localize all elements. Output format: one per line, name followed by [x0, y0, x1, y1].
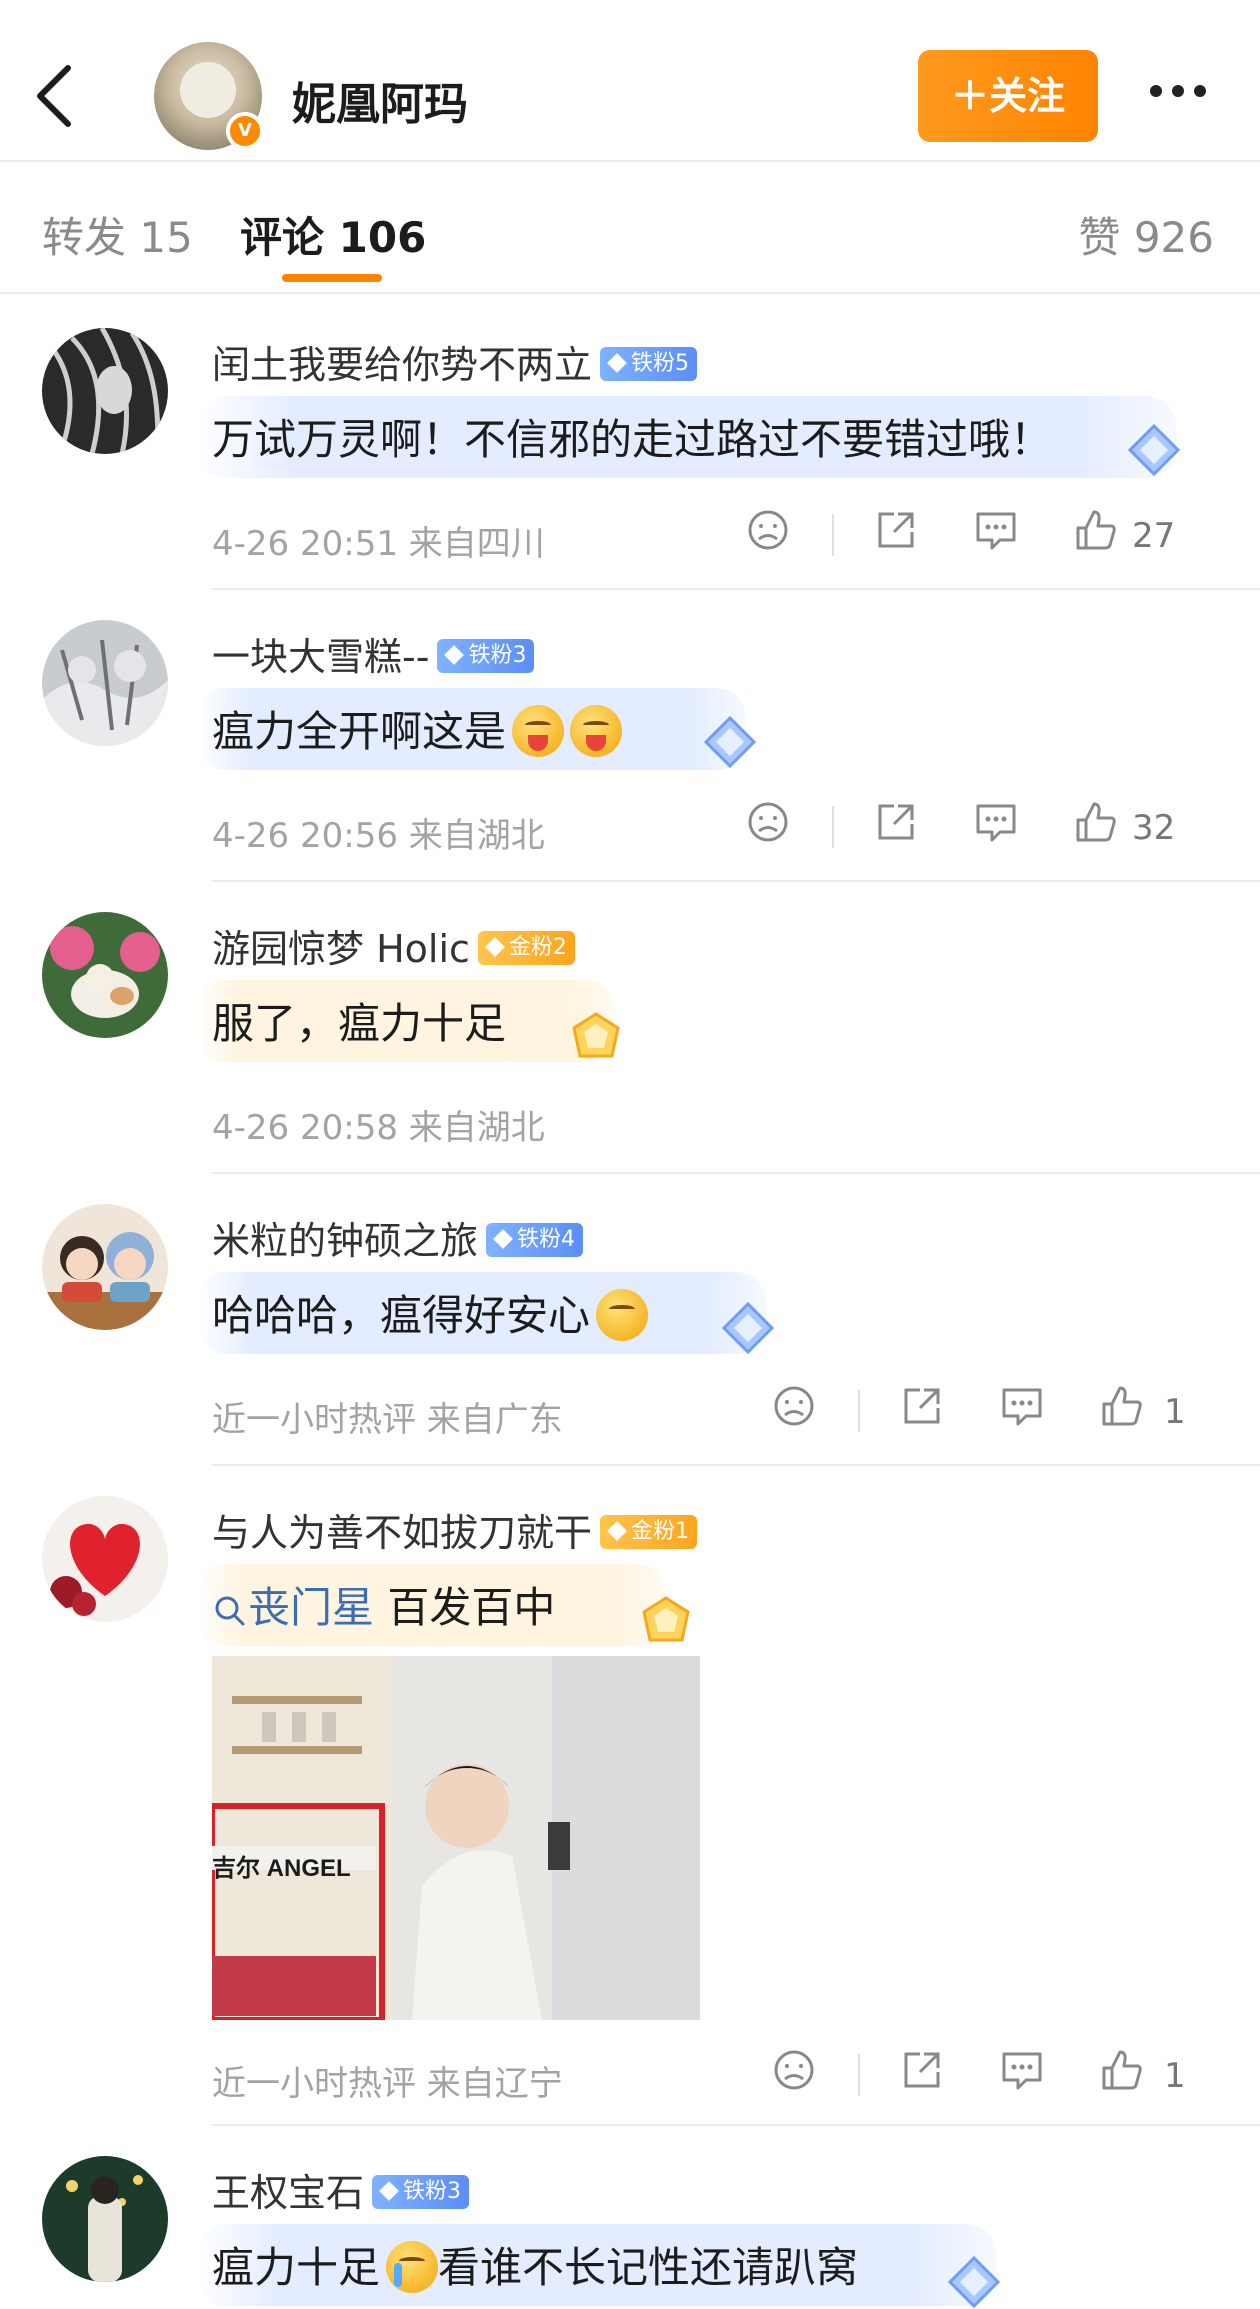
action-divider: [858, 1390, 860, 1432]
comment-divider: [212, 2124, 1260, 2126]
like-icon[interactable]: [1074, 508, 1118, 552]
comment-username[interactable]: 一块大雪糕-- 铁粉3: [212, 626, 535, 681]
image-brand-caption: 吉尔 ANGEL: [212, 1855, 351, 1882]
dislike-icon[interactable]: [772, 2048, 816, 2092]
active-tab-indicator: [282, 274, 382, 282]
dislike-icon[interactable]: [746, 800, 790, 844]
action-divider: [858, 2054, 860, 2096]
tab-bar: 转发 15 评论 106 赞 926: [0, 164, 1260, 294]
like-count: 32: [1132, 808, 1176, 848]
tab-repost[interactable]: 转发 15: [42, 204, 193, 265]
gold-gem-icon: [572, 1012, 620, 1058]
like-count: 1: [1164, 1392, 1186, 1432]
user-avatar[interactable]: [42, 1204, 168, 1330]
comment-meta: 4-26 20:51 来自四川: [212, 524, 545, 564]
dislike-icon[interactable]: [746, 508, 790, 552]
comment-divider: [212, 880, 1260, 882]
comment-text: 瘟力十足 看谁不长记性还请趴窝: [212, 2234, 858, 2297]
fan-level-badge: 铁粉4: [486, 1222, 584, 1257]
verified-icon: V: [226, 112, 264, 150]
user-avatar[interactable]: [42, 620, 168, 746]
action-divider: [832, 806, 834, 848]
comment-meta: 近一小时热评 来自广东: [212, 1400, 563, 1440]
action-divider: [832, 514, 834, 556]
comment-meta: 4-26 20:56 来自湖北: [212, 816, 545, 856]
comment-text: 瘟力全开啊这是: [212, 698, 623, 761]
fan-level-badge: 金粉1: [600, 1514, 698, 1549]
diamond-icon: [703, 715, 757, 769]
tongue-out-emoji-icon: [512, 704, 565, 757]
topic-link[interactable]: 丧门星: [248, 1583, 374, 1632]
tab-comments[interactable]: 评论 106: [240, 204, 426, 265]
author-name[interactable]: 妮凰阿玛: [292, 68, 468, 132]
cat-face-avatar-image: [180, 62, 236, 118]
comment-actions: 32: [746, 800, 1216, 860]
like-count: 1: [1164, 2056, 1186, 2096]
comment-item: 王权宝石 铁粉3 瘟力十足 看谁不长记性还请趴窝: [0, 2156, 1260, 2309]
comment-actions: 1: [772, 1384, 1216, 1444]
share-icon[interactable]: [900, 2048, 944, 2092]
comment-image-attachment[interactable]: 吉尔 ANGEL: [212, 1656, 700, 2020]
user-avatar[interactable]: [42, 328, 168, 454]
user-avatar[interactable]: [42, 1496, 168, 1622]
comment-icon[interactable]: [974, 508, 1018, 552]
comment-username[interactable]: 游园惊梦 Holic 金粉2: [212, 918, 575, 973]
more-dots-icon[interactable]: [1150, 82, 1220, 112]
comment-username[interactable]: 米粒的钟硕之旅 铁粉4: [212, 1210, 584, 1265]
diamond-icon: [947, 2255, 1001, 2309]
comment-icon[interactable]: [974, 800, 1018, 844]
fan-level-badge: 金粉2: [477, 930, 575, 965]
like-icon[interactable]: [1100, 1384, 1144, 1428]
share-icon[interactable]: [900, 1384, 944, 1428]
comment-username[interactable]: 闰土我要给你势不两立 铁粉5: [212, 334, 698, 389]
comment-text: 万试万灵啊！不信邪的走过路过不要错过哦！: [212, 415, 1053, 464]
diamond-icon: [721, 1301, 775, 1355]
fan-level-badge: 铁粉5: [600, 346, 698, 381]
author-avatar[interactable]: V: [154, 42, 264, 150]
comment-text: 哈哈哈，瘟得好安心: [212, 1282, 649, 1345]
top-bar: V 妮凰阿玛 ＋关注: [0, 0, 1260, 162]
like-icon[interactable]: [1074, 800, 1118, 844]
like-icon[interactable]: [1100, 2048, 1144, 2092]
relieved-emoji-icon: [596, 1288, 649, 1341]
comment-actions: 1: [772, 2048, 1216, 2108]
gold-gem-icon: [642, 1596, 690, 1642]
comment-username[interactable]: 与人为善不如拔刀就干 金粉1: [212, 1502, 698, 1557]
fan-level-badge: 铁粉3: [437, 638, 535, 673]
user-avatar[interactable]: [42, 912, 168, 1038]
tab-likes[interactable]: 赞 926: [1078, 204, 1214, 265]
comment-actions: 27: [746, 508, 1216, 568]
comment-meta: 近一小时热评 来自辽宁: [212, 2064, 563, 2104]
diamond-icon: [1127, 423, 1181, 477]
comment-divider: [212, 1172, 1260, 1174]
comment-divider: [212, 1464, 1260, 1466]
comment-username[interactable]: 王权宝石 铁粉3: [212, 2162, 470, 2217]
user-avatar[interactable]: [42, 2156, 168, 2282]
back-arrow-icon[interactable]: [30, 60, 80, 132]
comment-item: 闰土我要给你势不两立 铁粉5 万试万灵啊！不信邪的走过路过不要错过哦！ 4-26 …: [0, 328, 1260, 590]
comment-icon[interactable]: [1000, 1384, 1044, 1428]
comment-divider: [212, 588, 1260, 590]
share-icon[interactable]: [874, 508, 918, 552]
comment-icon[interactable]: [1000, 2048, 1044, 2092]
comment-meta: 4-26 20:58 来自湖北: [212, 1108, 545, 1148]
comment-text: 服了，瘟力十足: [212, 999, 507, 1048]
search-icon: [215, 1596, 245, 1625]
fan-level-badge: 铁粉3: [372, 2174, 470, 2209]
dislike-icon[interactable]: [772, 1384, 816, 1428]
crying-emoji-icon: [386, 2240, 439, 2293]
tongue-out-emoji-icon: [570, 704, 623, 757]
comment-item: 游园惊梦 Holic 金粉2 服了，瘟力十足 4-26 20:58 来自湖北: [0, 912, 1260, 1174]
comment-item: 一块大雪糕-- 铁粉3 瘟力全开啊这是 4-26 20:56 来自湖北 32: [0, 620, 1260, 882]
comment-item: 米粒的钟硕之旅 铁粉4 哈哈哈，瘟得好安心 近一小时热评 来自广东 1: [0, 1204, 1260, 1466]
like-count: 27: [1132, 516, 1176, 556]
share-icon[interactable]: [874, 800, 918, 844]
comment-text: 丧门星 百发百中: [212, 1574, 555, 1635]
follow-button[interactable]: ＋关注: [918, 50, 1098, 142]
